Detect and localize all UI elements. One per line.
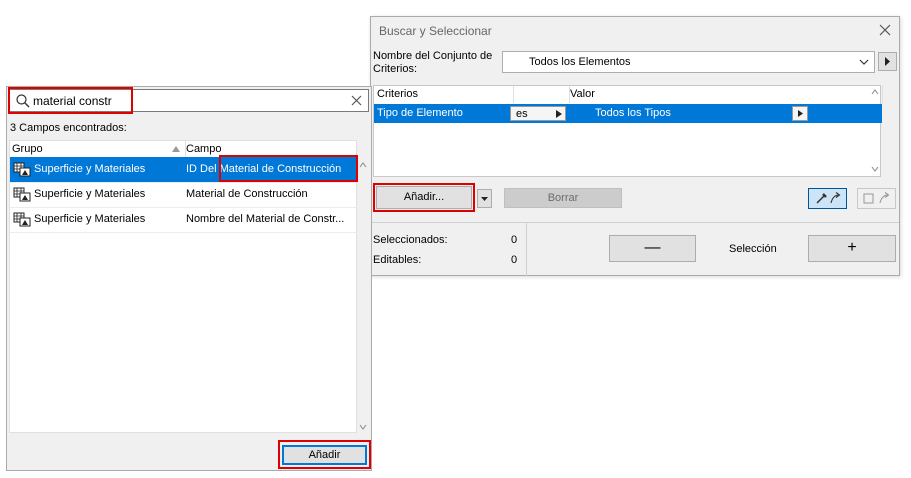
clear-icon[interactable] xyxy=(351,95,362,106)
marquee-tool-button[interactable] xyxy=(857,188,896,209)
sort-ascending-icon xyxy=(172,146,180,152)
results-count: 3 Campos encontrados: xyxy=(10,122,127,134)
field-group: Superficie y Materiales xyxy=(34,163,146,175)
triangle-right-icon xyxy=(556,110,562,118)
criteria-set-label: Nombre del Conjunto de Criterios: xyxy=(373,50,493,75)
editable-count: 0 xyxy=(511,254,518,266)
selected-count: 0 xyxy=(511,234,518,246)
divider xyxy=(526,223,527,276)
deselect-button[interactable]: — xyxy=(609,235,696,262)
triangle-right-icon xyxy=(798,110,803,117)
field-group: Superficie y Materiales xyxy=(34,213,146,225)
value-menu-button[interactable] xyxy=(792,106,808,121)
highlight-box xyxy=(278,440,371,469)
highlight-box xyxy=(219,155,358,182)
marquee-icon xyxy=(863,192,890,204)
criteria-set-menu-button[interactable] xyxy=(878,52,897,71)
eyedropper-icon xyxy=(816,192,841,204)
operator-value: es xyxy=(516,108,528,120)
highlight-box xyxy=(373,183,475,212)
field-result-row[interactable]: Superficie y Materiales Nombre del Mater… xyxy=(10,207,357,233)
criteria-set-value: Todos los Elementos xyxy=(529,56,631,68)
field-results-table: Grupo Campo Superficie y Materiales ID D… xyxy=(9,140,360,433)
scroll-down-icon[interactable] xyxy=(871,166,879,172)
group-header-label: Grupo xyxy=(12,143,43,155)
chevron-down-icon xyxy=(858,56,870,68)
value-column-header[interactable]: Valor xyxy=(570,86,883,103)
value-header-label: Valor xyxy=(570,88,595,100)
scroll-up-icon[interactable] xyxy=(871,89,879,95)
criteria-set-select[interactable]: Todos los Elementos xyxy=(502,51,875,73)
selected-label: Seleccionados: xyxy=(373,234,448,246)
triangle-down-icon xyxy=(481,197,488,201)
criteria-table: Criterios Valor Tipo de Elemento es Todo… xyxy=(373,85,883,177)
selection-label: Selección xyxy=(729,243,777,255)
field-group: Superficie y Materiales xyxy=(34,188,146,200)
delete-criterion-button[interactable]: Borrar xyxy=(504,188,622,208)
criterion-name: Tipo de Elemento xyxy=(377,107,463,119)
scroll-down-icon[interactable] xyxy=(359,424,367,430)
criteria-column-header[interactable]: Criterios xyxy=(374,86,514,103)
surface-material-icon xyxy=(13,212,31,227)
criteria-row[interactable]: Tipo de Elemento es Todos los Tipos xyxy=(374,104,882,123)
close-icon[interactable] xyxy=(875,20,895,40)
highlight-box xyxy=(8,87,133,114)
dialog-title: Buscar y Seleccionar xyxy=(379,24,492,38)
add-criterion-menu-button[interactable] xyxy=(477,189,492,208)
criterion-value: Todos los Tipos xyxy=(595,107,671,119)
surface-material-icon xyxy=(13,187,31,202)
field-result-row[interactable]: Superficie y Materiales Material de Cons… xyxy=(10,182,357,208)
surface-material-icon xyxy=(13,162,31,177)
field-search-panel: 3 Campos encontrados: Grupo Campo Superf… xyxy=(6,86,372,471)
field-name: Material de Construcción xyxy=(186,188,308,200)
results-scrollbar[interactable] xyxy=(357,140,370,433)
editable-label: Editables: xyxy=(373,254,422,266)
operator-select[interactable]: es xyxy=(510,106,566,121)
group-column-header[interactable]: Grupo xyxy=(10,141,186,158)
divider xyxy=(371,222,899,223)
operator-column-header[interactable] xyxy=(511,86,570,103)
scroll-up-icon[interactable] xyxy=(359,162,367,168)
find-select-dialog: Buscar y Seleccionar Nombre del Conjunto… xyxy=(370,16,900,276)
pick-tool-button[interactable] xyxy=(808,188,847,209)
select-button[interactable]: + xyxy=(808,235,896,262)
triangle-right-icon xyxy=(885,57,890,66)
field-name: Nombre del Material de Constr... xyxy=(186,213,345,225)
